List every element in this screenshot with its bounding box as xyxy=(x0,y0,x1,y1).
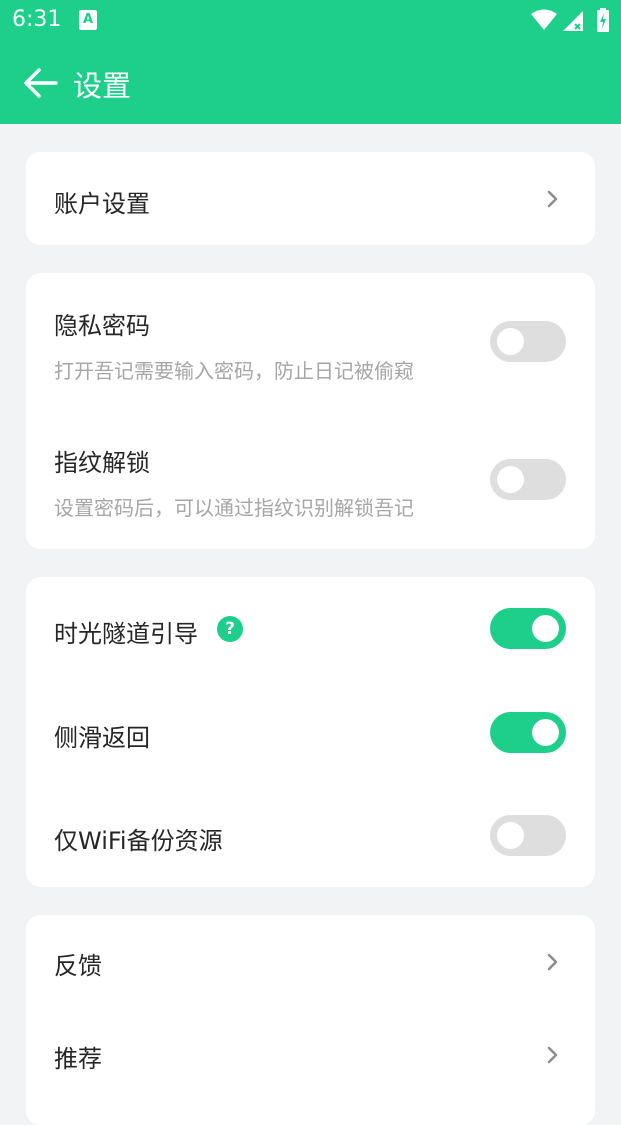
wifi-backup-toggle[interactable] xyxy=(490,815,566,856)
status-time: 6:31 xyxy=(12,7,62,32)
account-settings-row[interactable]: 账户设置 xyxy=(26,152,595,245)
privacy-password-title: 隐私密码 xyxy=(54,312,150,340)
general-card: 时光隧道引导 ? 侧滑返回 仅WiFi备份资源 xyxy=(26,577,595,887)
fingerprint-toggle[interactable] xyxy=(490,459,566,500)
toggle-knob xyxy=(532,719,559,746)
privacy-password-desc: 打开吾记需要输入密码，防止日记被偷窥 xyxy=(54,359,414,383)
toggle-knob xyxy=(532,615,559,642)
time-tunnel-title: 时光隧道引导 xyxy=(54,620,198,648)
feedback-label: 反馈 xyxy=(54,952,102,980)
fingerprint-row: 指纹解锁 设置密码后，可以通过指纹识别解锁吾记 xyxy=(26,411,595,549)
account-settings-label: 账户设置 xyxy=(54,190,150,218)
chevron-right-icon xyxy=(547,953,558,971)
swipe-back-title: 侧滑返回 xyxy=(54,724,150,752)
battery-icon xyxy=(597,8,609,32)
privacy-password-row: 隐私密码 打开吾记需要输入密码，防止日记被偷窥 xyxy=(26,273,595,411)
app-bar: 6:31 A 设置 xyxy=(0,0,621,124)
wifi-backup-title: 仅WiFi备份资源 xyxy=(54,827,223,855)
help-icon[interactable]: ? xyxy=(217,616,243,642)
privacy-password-toggle[interactable] xyxy=(490,321,566,362)
recommend-row[interactable]: 推荐 xyxy=(26,1008,595,1101)
account-card: 账户设置 xyxy=(26,152,595,245)
more-card: 反馈 推荐 xyxy=(26,915,595,1125)
wifi-icon xyxy=(531,9,557,30)
wifi-backup-row: 仅WiFi备份资源 xyxy=(26,784,595,887)
swipe-back-row: 侧滑返回 xyxy=(26,681,595,784)
toggle-knob xyxy=(497,328,524,355)
feedback-row[interactable]: 反馈 xyxy=(26,915,595,1008)
status-bar: 6:31 A xyxy=(0,0,621,42)
back-arrow-icon[interactable] xyxy=(22,64,60,102)
chevron-right-icon xyxy=(547,190,558,208)
toggle-knob xyxy=(497,466,524,493)
chevron-right-icon xyxy=(547,1046,558,1064)
time-tunnel-toggle[interactable] xyxy=(490,608,566,649)
time-tunnel-row: 时光隧道引导 ? xyxy=(26,577,595,681)
swipe-back-toggle[interactable] xyxy=(490,712,566,753)
fingerprint-title: 指纹解锁 xyxy=(54,449,150,477)
toggle-knob xyxy=(497,822,524,849)
privacy-card: 隐私密码 打开吾记需要输入密码，防止日记被偷窥 指纹解锁 设置密码后，可以通过指… xyxy=(26,273,595,549)
page-title: 设置 xyxy=(73,69,132,103)
fingerprint-desc: 设置密码后，可以通过指纹识别解锁吾记 xyxy=(54,496,414,520)
notification-icon: A xyxy=(79,10,97,30)
signal-icon xyxy=(563,11,583,31)
recommend-label: 推荐 xyxy=(54,1045,102,1073)
